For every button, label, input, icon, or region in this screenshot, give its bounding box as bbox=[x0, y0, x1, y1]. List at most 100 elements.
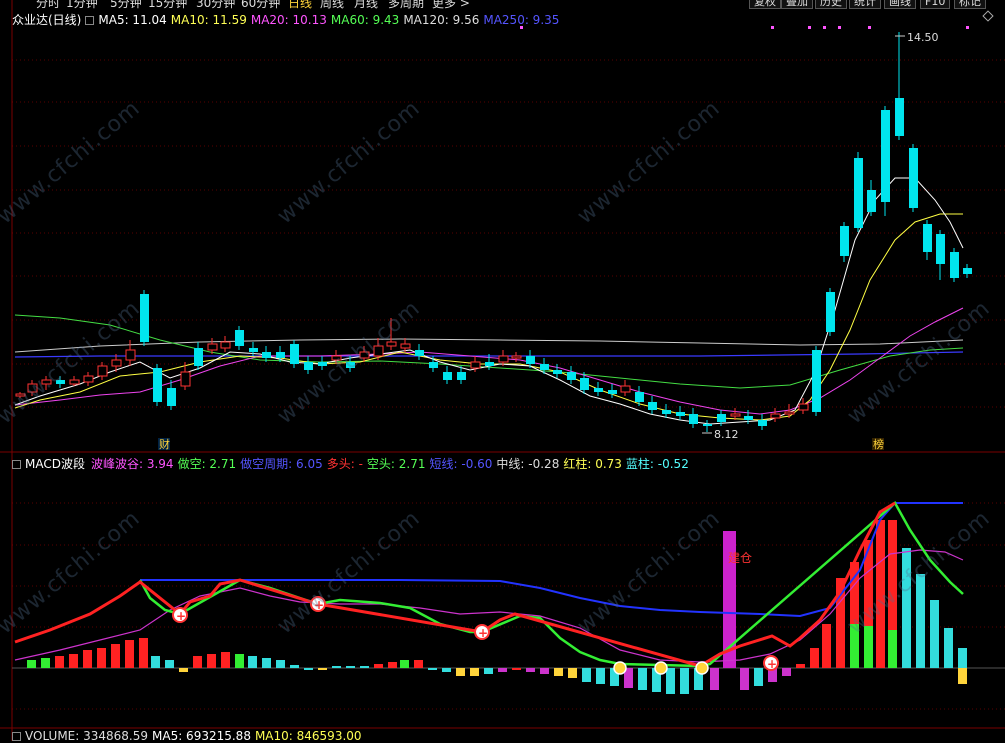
candle-body[interactable] bbox=[662, 410, 671, 414]
finance-marker[interactable]: 财 bbox=[159, 437, 170, 451]
buy-signal-label: 建仓 bbox=[728, 551, 752, 565]
candle-body[interactable] bbox=[867, 190, 876, 212]
candle-body[interactable] bbox=[963, 268, 972, 274]
candle-body[interactable] bbox=[895, 98, 904, 136]
candle-body[interactable] bbox=[770, 413, 781, 419]
macd-bar bbox=[512, 668, 521, 670]
candle-body[interactable] bbox=[262, 352, 271, 358]
macd-bar bbox=[346, 666, 355, 668]
candle-body[interactable] bbox=[620, 385, 631, 393]
candle-body[interactable] bbox=[717, 414, 726, 422]
candle-body[interactable] bbox=[511, 355, 522, 359]
macd-bar bbox=[596, 668, 605, 684]
candle-body[interactable] bbox=[784, 411, 795, 415]
candle-body[interactable] bbox=[167, 388, 176, 406]
macd-bar bbox=[276, 660, 285, 668]
candle-body[interactable] bbox=[567, 372, 576, 380]
candle-body[interactable] bbox=[207, 343, 218, 351]
candle-body[interactable] bbox=[290, 344, 299, 364]
candle-body[interactable] bbox=[276, 352, 285, 358]
candle-body[interactable] bbox=[758, 420, 767, 426]
candle-body[interactable] bbox=[235, 330, 244, 346]
candle-body[interactable] bbox=[812, 350, 821, 412]
macd-bar bbox=[179, 668, 188, 672]
macd-bar bbox=[221, 652, 230, 668]
candle-body[interactable] bbox=[798, 403, 809, 411]
macd-bar bbox=[782, 668, 791, 676]
candle-body[interactable] bbox=[526, 356, 535, 364]
candle-body[interactable] bbox=[194, 348, 203, 366]
signal-dots bbox=[520, 26, 969, 29]
candle-body[interactable] bbox=[429, 362, 438, 368]
candle-body[interactable] bbox=[220, 341, 231, 349]
macd-long-label: 多头: - bbox=[326, 457, 363, 471]
candle-body[interactable] bbox=[443, 372, 452, 380]
macd-bar bbox=[958, 668, 967, 684]
candle-body[interactable] bbox=[580, 378, 589, 390]
macd-bar bbox=[125, 640, 134, 668]
candle-body[interactable] bbox=[923, 224, 932, 252]
macd-midline-label: 中线: -0.28 bbox=[496, 457, 560, 471]
macd-bar bbox=[666, 668, 675, 694]
candle-body[interactable] bbox=[689, 414, 698, 424]
macd-bar bbox=[304, 668, 313, 670]
macd-bar bbox=[680, 668, 689, 694]
candle-body[interactable] bbox=[457, 372, 466, 380]
candle-body[interactable] bbox=[594, 388, 603, 392]
candle-body[interactable] bbox=[153, 368, 162, 402]
candle-body[interactable] bbox=[415, 350, 424, 356]
candle-body[interactable] bbox=[826, 292, 835, 332]
macd-bar bbox=[810, 648, 819, 668]
macd-indicator-name[interactable]: MACD波段 bbox=[25, 457, 85, 471]
macd-bar bbox=[822, 624, 831, 668]
candle-body[interactable] bbox=[840, 226, 849, 256]
candle-body[interactable] bbox=[97, 365, 108, 377]
candle-body[interactable] bbox=[111, 359, 122, 367]
candle-body[interactable] bbox=[881, 110, 890, 202]
candle-body[interactable] bbox=[69, 379, 80, 385]
candle-body[interactable] bbox=[400, 343, 411, 349]
candle-body[interactable] bbox=[703, 424, 712, 426]
candle-body[interactable] bbox=[936, 234, 945, 264]
candle-body[interactable] bbox=[744, 416, 753, 420]
candle-body[interactable] bbox=[854, 158, 863, 228]
settings-box-icon[interactable] bbox=[12, 460, 21, 469]
candle-body[interactable] bbox=[485, 362, 494, 366]
macd-bar bbox=[235, 654, 244, 668]
candle-body[interactable] bbox=[608, 390, 617, 394]
low-price-label: 8.12 bbox=[714, 428, 739, 441]
candle-body[interactable] bbox=[470, 361, 481, 369]
macd-peak-label: 波峰波谷: 3.94 bbox=[90, 457, 174, 471]
macd-bar bbox=[414, 660, 423, 668]
candle-body[interactable] bbox=[553, 370, 562, 374]
candle-body[interactable] bbox=[730, 413, 741, 417]
candle-body[interactable] bbox=[83, 375, 94, 383]
candle-body[interactable] bbox=[635, 392, 644, 402]
candle-body[interactable] bbox=[304, 362, 313, 370]
svg-text:+: + bbox=[176, 609, 186, 623]
candle-body[interactable] bbox=[676, 412, 685, 416]
candle-body[interactable] bbox=[180, 371, 191, 387]
macd-bar bbox=[944, 628, 953, 668]
macd-bar bbox=[55, 656, 64, 668]
ranking-marker[interactable]: 榜 bbox=[873, 437, 884, 451]
macd-bar bbox=[442, 668, 451, 672]
macd-bar bbox=[930, 600, 939, 668]
candle-body[interactable] bbox=[909, 148, 918, 208]
macd-bar bbox=[290, 665, 299, 668]
macd-bar bbox=[332, 666, 341, 668]
macd-legend: MACD波段 波峰波谷: 3.94 做空: 2.71 做空周期: 6.05 多头: -空… bbox=[12, 455, 693, 472]
candle-body[interactable] bbox=[950, 252, 959, 278]
candle-body[interactable] bbox=[540, 364, 549, 370]
candle-body[interactable] bbox=[125, 349, 136, 361]
candle-body[interactable] bbox=[648, 402, 657, 410]
macd-bar bbox=[165, 660, 174, 668]
candle-body[interactable] bbox=[498, 355, 509, 363]
candle-body[interactable] bbox=[249, 348, 258, 352]
macd-red-bar-label: 红柱: 0.73 bbox=[563, 457, 622, 471]
svg-text:+: + bbox=[478, 626, 488, 640]
macd-bar bbox=[69, 654, 78, 668]
macd-bar bbox=[796, 664, 805, 668]
macd-bar bbox=[207, 654, 216, 668]
settings-box-icon[interactable] bbox=[12, 732, 21, 741]
